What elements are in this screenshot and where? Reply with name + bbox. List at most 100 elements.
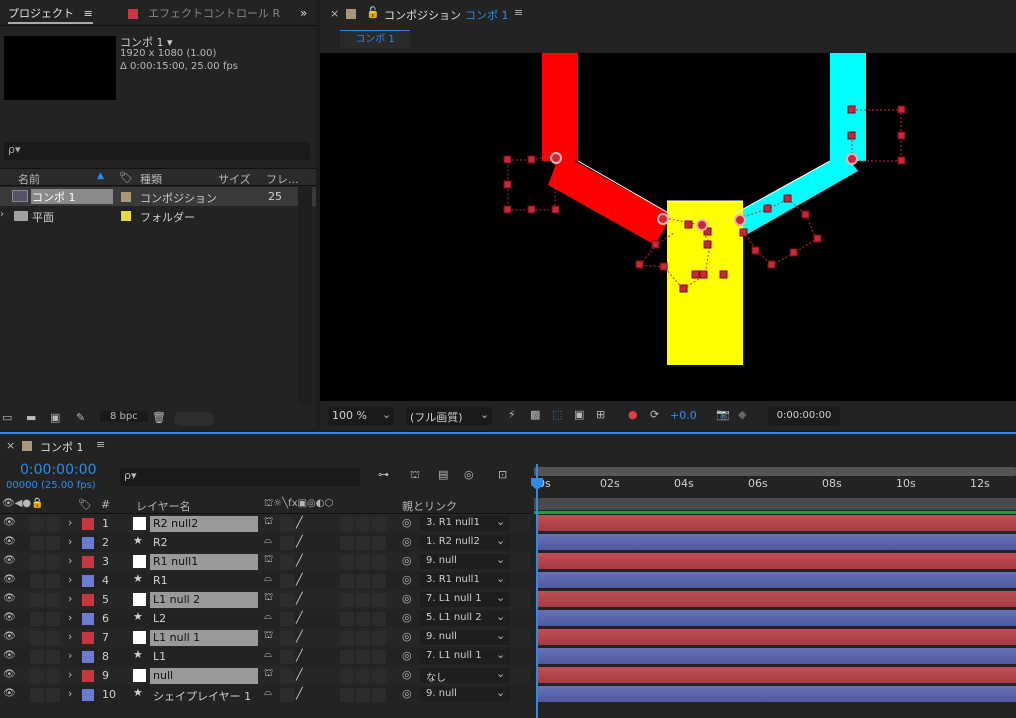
- expand-chevron-icon[interactable]: ›: [68, 687, 72, 700]
- blend-switch[interactable]: [340, 631, 354, 645]
- tab-project[interactable]: プロジェクト ≡: [8, 4, 93, 24]
- viewer-timecode[interactable]: 0:00:00:00: [768, 407, 840, 425]
- adjustment-switch[interactable]: [356, 669, 370, 683]
- blend-switch[interactable]: [340, 517, 354, 531]
- 3d-switch[interactable]: [372, 593, 386, 607]
- adjustment-switch[interactable]: [356, 650, 370, 664]
- shy-switch-icon[interactable]: ⛫: [264, 592, 273, 605]
- menu-icon[interactable]: ≡: [514, 6, 523, 19]
- menu-icon[interactable]: ≡: [96, 438, 105, 451]
- label-color-swatch[interactable]: [121, 211, 131, 221]
- collapse-switch[interactable]: [280, 688, 294, 702]
- layer-name[interactable]: R1 null1: [150, 554, 258, 570]
- quality-slash-icon[interactable]: ╱: [296, 535, 303, 548]
- solo-toggle[interactable]: [46, 669, 60, 683]
- pickwhip-icon[interactable]: ◎: [402, 573, 412, 586]
- layer-label-color[interactable]: [82, 613, 94, 625]
- timeline-layer-row[interactable]: 👁 › 10 ★ シェイプレイヤー 1 ⌓ ╱ ◎ 9. null ⌄: [0, 685, 530, 704]
- close-icon[interactable]: ×: [6, 439, 15, 452]
- layer-name[interactable]: null: [150, 668, 258, 684]
- layer-label-color[interactable]: [82, 537, 94, 549]
- shy-switch-icon[interactable]: ⛫: [264, 668, 273, 681]
- layer-name[interactable]: R2: [150, 535, 171, 551]
- 3d-switch[interactable]: [372, 669, 386, 683]
- solo-toggle[interactable]: [46, 574, 60, 588]
- 3d-switch[interactable]: [372, 688, 386, 702]
- trash-icon[interactable]: 🗑: [152, 411, 166, 424]
- adjustment-switch[interactable]: [356, 517, 370, 531]
- new-folder-icon[interactable]: ▬: [26, 411, 36, 424]
- solo-toggle[interactable]: [46, 631, 60, 645]
- red-shape-lower[interactable]: [548, 153, 672, 245]
- label-color-swatch[interactable]: [121, 192, 131, 202]
- quality-slash-icon[interactable]: ╱: [296, 630, 303, 643]
- shy-switch-icon[interactable]: ⛫: [264, 630, 273, 643]
- eye-icon[interactable]: 👁: [3, 650, 16, 661]
- menu-icon[interactable]: ≡: [84, 7, 93, 20]
- eye-icon[interactable]: 👁: [3, 555, 16, 566]
- 3d-switch[interactable]: [372, 612, 386, 626]
- comp-flowchart-icon[interactable]: ⊶: [378, 468, 389, 481]
- timeline-layer-row[interactable]: 👁 › 3 R1 null1 ⛫ ╱ ◎ 9. null ⌄: [0, 552, 530, 571]
- solo-toggle[interactable]: [46, 612, 60, 626]
- playhead[interactable]: [536, 464, 538, 718]
- blend-switch[interactable]: [340, 555, 354, 569]
- interpret-footage-icon[interactable]: ▭: [2, 411, 12, 424]
- audio-toggle[interactable]: [30, 555, 44, 569]
- collapse-switch[interactable]: [280, 555, 294, 569]
- pickwhip-icon[interactable]: ◎: [402, 649, 412, 662]
- timeline-layer-row[interactable]: 👁 › 9 null ⛫ ╱ ◎ なし ⌄: [0, 666, 530, 685]
- layer-name[interactable]: L1: [150, 649, 169, 665]
- expand-chevron-icon[interactable]: ›: [68, 649, 72, 662]
- eye-icon[interactable]: 👁: [3, 593, 16, 604]
- switches-header-icon[interactable]: ⛫☼╲fx▣◎◐⬡: [264, 498, 333, 511]
- timeline-search-input[interactable]: ρ▾: [120, 468, 360, 486]
- comp-title-name[interactable]: コンポ 1: [465, 7, 509, 23]
- adjustment-switch[interactable]: [356, 612, 370, 626]
- eye-icon[interactable]: 👁: [3, 517, 16, 528]
- pickwhip-icon[interactable]: ◎: [402, 668, 412, 681]
- sort-ascending-icon[interactable]: ▲: [97, 171, 104, 181]
- shy-layers-icon[interactable]: ⛫: [410, 468, 420, 483]
- col-type[interactable]: 種類: [140, 171, 162, 187]
- layer-name[interactable]: R2 null2: [150, 516, 258, 532]
- work-area-bar[interactable]: [534, 498, 1016, 510]
- adjustment-switch[interactable]: [356, 555, 370, 569]
- 3d-switch[interactable]: [372, 517, 386, 531]
- pickwhip-icon[interactable]: ◎: [402, 554, 412, 567]
- eye-icon[interactable]: 👁: [3, 631, 16, 642]
- collapse-switch[interactable]: [280, 612, 294, 626]
- shy-switch-icon[interactable]: ⌓: [264, 573, 272, 584]
- layer-name[interactable]: L1 null 1: [150, 630, 258, 646]
- blend-switch[interactable]: [340, 574, 354, 588]
- motion-blur-icon[interactable]: ◎: [464, 468, 474, 481]
- solo-toggle[interactable]: [46, 688, 60, 702]
- timeline-layer-row[interactable]: 👁 › 2 ★ R2 ⌓ ╱ ◎ 1. R2 null2 ⌄: [0, 533, 530, 552]
- blend-switch[interactable]: [340, 612, 354, 626]
- quality-slash-icon[interactable]: ╱: [296, 516, 303, 529]
- fast-preview-icon[interactable]: ⚡: [508, 408, 516, 421]
- exposure-value[interactable]: +0.0: [670, 409, 697, 422]
- time-navigator[interactable]: [534, 467, 1016, 476]
- expand-chevron-icon[interactable]: ›: [68, 668, 72, 681]
- audio-toggle[interactable]: [30, 650, 44, 664]
- col-name[interactable]: 名前: [18, 171, 40, 187]
- layer-duration-bar[interactable]: [538, 534, 1016, 550]
- quality-slash-icon[interactable]: ╱: [296, 668, 303, 681]
- timeline-layer-row[interactable]: 👁 › 6 ★ L2 ⌓ ╱ ◎ 5. L1 null 2 ⌄: [0, 609, 530, 628]
- tab-effect-controls[interactable]: エフェクトコントロール R: [148, 4, 280, 24]
- blend-switch[interactable]: [340, 593, 354, 607]
- layer-name[interactable]: R1: [150, 573, 171, 589]
- col-layer-name[interactable]: レイヤー名: [136, 498, 191, 514]
- expand-chevron-icon[interactable]: ›: [68, 554, 72, 567]
- eye-icon[interactable]: 👁: [3, 574, 16, 585]
- layer-duration-bar[interactable]: [538, 572, 1016, 588]
- layer-label-color[interactable]: [82, 594, 94, 606]
- solo-toggle[interactable]: [46, 517, 60, 531]
- layer-name[interactable]: L1 null 2: [150, 592, 258, 608]
- layer-duration-bar[interactable]: [538, 686, 1016, 702]
- audio-toggle[interactable]: [30, 593, 44, 607]
- layer-label-color[interactable]: [82, 518, 94, 530]
- quality-slash-icon[interactable]: ╱: [296, 649, 303, 662]
- layer-name[interactable]: シェイプレイヤー 1: [150, 687, 254, 703]
